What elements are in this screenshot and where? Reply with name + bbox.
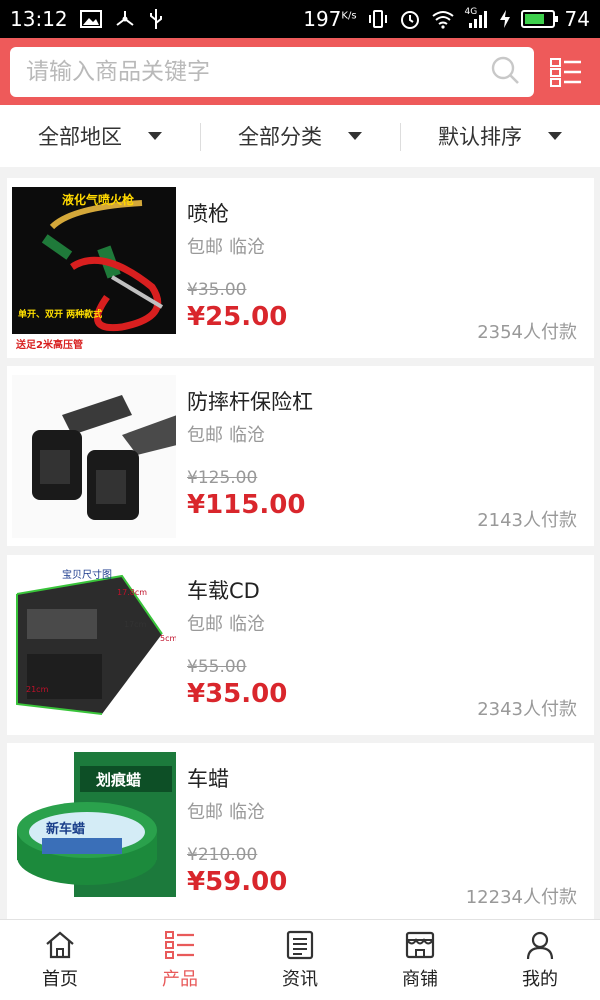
filter-category[interactable]: 全部分类 xyxy=(200,105,400,167)
list-icon xyxy=(550,57,581,87)
product-title: 车蜡 xyxy=(187,767,229,791)
product-image-car-wax: 划痕蜡 新车蜡 xyxy=(12,752,176,915)
paid-count: 2343人付款 xyxy=(477,699,577,720)
product-location: 包邮 临沧 xyxy=(187,614,265,635)
vibrate-icon xyxy=(367,9,389,29)
paid-count: 2354人付款 xyxy=(477,322,577,343)
nav-me-label: 我的 xyxy=(522,969,558,990)
filter-sort-label: 默认排序 xyxy=(438,125,522,149)
image-caption: 宝贝尺寸图 xyxy=(62,570,112,581)
battery-percent: 74 xyxy=(564,7,590,31)
product-card[interactable]: 防摔杆保险杠 包邮 临沧 ¥125.00 ¥115.00 2143人付款 xyxy=(7,366,594,546)
filter-region-label: 全部地区 xyxy=(38,125,122,149)
header xyxy=(0,38,600,105)
search-icon[interactable] xyxy=(490,55,520,89)
share-icon xyxy=(114,9,136,29)
image-caption: 划痕蜡 xyxy=(96,771,142,789)
caret-down-icon xyxy=(148,132,162,140)
original-price: ¥55.00 xyxy=(187,657,247,677)
nav-me[interactable]: 我的 xyxy=(480,920,600,1000)
filter-category-label: 全部分类 xyxy=(238,125,322,149)
product-card[interactable]: 宝贝尺寸图 17.8cm 17cm 5cm 21cm 车载CD 包邮 临沧 ¥55… xyxy=(7,555,594,735)
sale-price: ¥115.00 xyxy=(187,490,306,520)
paid-count: 2143人付款 xyxy=(477,510,577,531)
search-box[interactable] xyxy=(10,46,534,97)
sale-price: ¥25.00 xyxy=(187,302,288,332)
nav-products-label: 产品 xyxy=(162,969,198,990)
nav-products[interactable]: 产品 xyxy=(120,920,240,1000)
image-tag: 送足2米高压管 xyxy=(16,340,83,350)
nav-shop-label: 商铺 xyxy=(402,969,438,990)
news-icon xyxy=(286,930,314,960)
dimension-label: 17cm xyxy=(124,620,147,629)
nav-home[interactable]: 首页 xyxy=(0,920,120,1000)
original-price: ¥210.00 xyxy=(187,845,258,865)
filter-region[interactable]: 全部地区 xyxy=(0,105,200,167)
product-title: 防摔杆保险杠 xyxy=(187,390,313,414)
nav-news-label: 资讯 xyxy=(282,969,318,990)
filter-bar: 全部地区 全部分类 默认排序 xyxy=(0,105,600,167)
nav-home-label: 首页 xyxy=(42,969,78,990)
product-image-car-cd: 宝贝尺寸图 17.8cm 17cm 5cm 21cm xyxy=(12,564,176,727)
dimension-label: 21cm xyxy=(26,685,49,694)
sale-price: ¥35.00 xyxy=(187,679,288,709)
product-list-icon xyxy=(165,931,194,959)
shop-icon xyxy=(405,931,435,959)
dimension-label: 17.8cm xyxy=(117,588,148,597)
search-input[interactable] xyxy=(26,58,490,85)
list-menu-button[interactable] xyxy=(548,54,584,90)
bottom-nav: 首页 产品 资讯 商铺 我的 xyxy=(0,919,600,1000)
product-image-torch: 液化气喷火枪 单开、双开 两种款式 送足2米高压管 xyxy=(12,187,176,350)
image-icon xyxy=(79,10,102,28)
product-image-frame-slider xyxy=(12,375,176,538)
user-icon xyxy=(526,931,554,960)
usb-icon xyxy=(148,8,164,30)
caret-down-icon xyxy=(548,132,562,140)
product-location: 包邮 临沧 xyxy=(187,425,265,446)
home-icon xyxy=(46,931,74,959)
battery-icon xyxy=(520,10,558,28)
status-time: 13:12 xyxy=(10,7,68,31)
paid-count: 12234人付款 xyxy=(465,887,577,908)
product-location: 包邮 临沧 xyxy=(187,802,265,823)
nav-news[interactable]: 资讯 xyxy=(240,920,360,1000)
sale-price: ¥59.00 xyxy=(187,867,288,897)
original-price: ¥125.00 xyxy=(187,468,258,488)
product-title: 车载CD xyxy=(187,579,260,603)
charging-icon xyxy=(499,9,511,29)
caret-down-icon xyxy=(348,132,362,140)
nav-shop[interactable]: 商铺 xyxy=(360,920,480,1000)
product-title: 喷枪 xyxy=(187,202,229,226)
network-speed: 197K/s xyxy=(303,7,357,31)
product-card[interactable]: 液化气喷火枪 单开、双开 两种款式 送足2米高压管 喷枪 包邮 临沧 ¥35.00… xyxy=(7,178,594,358)
signal-icon: 4G xyxy=(465,7,489,29)
status-bar: 13:12 197K/s 4G 74 xyxy=(0,0,600,38)
product-card[interactable]: 划痕蜡 新车蜡 车蜡 包邮 临沧 ¥210.00 ¥59.00 12234人付款 xyxy=(7,743,594,923)
wifi-icon xyxy=(431,9,455,29)
filter-sort[interactable]: 默认排序 xyxy=(400,105,600,167)
original-price: ¥35.00 xyxy=(187,280,247,300)
image-caption: 液化气喷火枪 xyxy=(62,193,135,207)
image-label: 新车蜡 xyxy=(46,822,86,837)
dimension-label: 5cm xyxy=(160,634,176,643)
product-location: 包邮 临沧 xyxy=(187,237,265,258)
alarm-icon xyxy=(399,8,421,30)
image-note: 单开、双开 两种款式 xyxy=(18,310,103,320)
